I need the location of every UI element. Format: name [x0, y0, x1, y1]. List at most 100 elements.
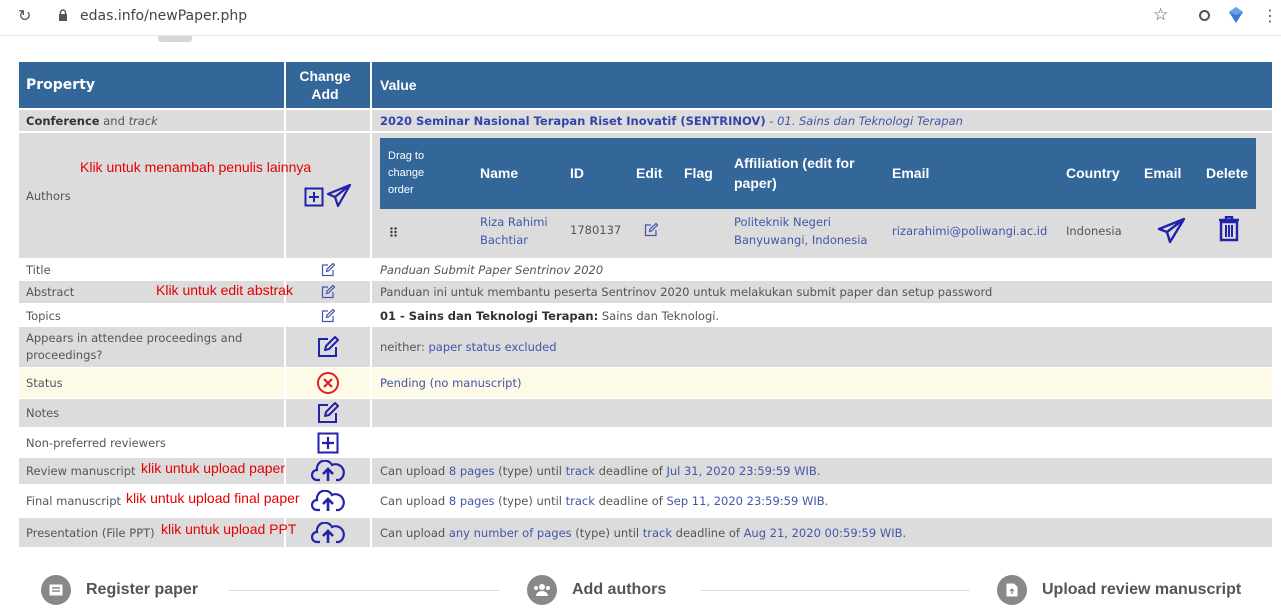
step-add-authors[interactable]: Add authors [527, 575, 666, 605]
authors-subtable-header: Drag to change order Name ID Edit Flag A… [380, 138, 1256, 209]
abstract-change-cell [284, 281, 370, 303]
title-value: Panduan Submit Paper Sentrinov 2020 [370, 259, 1272, 281]
author-email-link[interactable]: rizarahimi@poliwangi.ac.id [892, 224, 1047, 238]
reload-icon[interactable]: ↻ [18, 6, 31, 25]
final-hint: klik untuk upload final paper [126, 490, 300, 506]
edit-topics-icon[interactable] [321, 309, 335, 323]
presentation-value: Can upload any number of pages (type) un… [370, 518, 1272, 547]
table-header: Property Change Add Value [19, 62, 1272, 108]
step-upload-review[interactable]: Upload review manuscript [997, 575, 1241, 605]
conference-label-and: and [99, 113, 129, 128]
address-bar[interactable]: edas.info/newPaper.php [80, 8, 247, 24]
conference-name-link[interactable]: 2020 Seminar Nasional Terapan Riset Inov… [380, 114, 766, 128]
edit-author-icon[interactable] [644, 223, 658, 237]
col-country: Country [1066, 165, 1120, 181]
delete-author-icon[interactable] [1218, 216, 1240, 242]
presentation-text-2: (type) until [571, 525, 643, 540]
presentation-track-link[interactable]: track [643, 526, 672, 540]
bookmark-star-icon[interactable]: ☆ [1153, 5, 1168, 25]
status-value-link[interactable]: Pending (no manuscript) [370, 368, 1272, 398]
presentation-text-3: deadline of [672, 525, 744, 540]
topics-value-rest: Sains dan Teknologi. [598, 309, 720, 323]
nonpref-value [370, 428, 1272, 458]
author-row: Riza Rahimi Bachtiar 1780137 Politeknik … [380, 209, 1256, 253]
conference-label-bold: Conference [26, 113, 100, 128]
topics-value: 01 - Sains dan Teknologi Terapan: Sains … [370, 305, 1272, 327]
step-upload-review-label: Upload review manuscript [1042, 581, 1242, 598]
review-text-3: deadline of [594, 464, 667, 478]
final-value: Can upload 8 pages (type) until track de… [370, 487, 1272, 515]
col-edit: Edit [636, 165, 663, 181]
review-value: Can upload 8 pages (type) until track de… [370, 458, 1272, 484]
upload-final-icon[interactable] [311, 490, 345, 512]
row-authors: Authors Drag to change order Name ID Edi… [19, 133, 1272, 258]
edit-notes-icon[interactable] [317, 402, 339, 424]
add-author-icon[interactable] [304, 187, 324, 207]
authors-label: Authors [26, 188, 71, 203]
final-pages-link[interactable]: 8 pages [449, 494, 495, 508]
topics-change-cell [284, 305, 370, 327]
edit-title-icon[interactable] [321, 263, 335, 277]
browser-toolbar: ↻ edas.info/newPaper.php ☆ ⋮ [0, 0, 1281, 36]
presentation-change-cell [284, 518, 370, 547]
nonpref-label: Non-preferred reviewers [26, 436, 166, 450]
add-reviewer-icon[interactable] [317, 432, 339, 454]
step-register[interactable]: Register paper [41, 575, 198, 605]
authors-change-cell [284, 133, 370, 258]
notes-value [370, 399, 1272, 427]
browser-menu-icon[interactable]: ⋮ [1262, 6, 1278, 25]
col-email-action: Email [1144, 165, 1182, 181]
conference-value: 2020 Seminar Nasional Terapan Riset Inov… [370, 110, 1272, 131]
final-text-2: (type) until [494, 494, 566, 508]
notes-label: Notes [26, 406, 60, 420]
final-text-3: deadline of [594, 494, 667, 508]
edit-abstract-icon[interactable] [321, 285, 335, 299]
appears-change-cell [284, 327, 370, 367]
presentation-hint: klik untuk upload PPT [161, 521, 297, 537]
header-add: Add [311, 86, 339, 102]
final-track-link[interactable]: track [566, 494, 595, 508]
appears-label: Appears in attendee proceedings and proc… [26, 331, 243, 362]
email-author-icon[interactable] [1156, 217, 1186, 245]
review-pages-link[interactable]: 8 pages [449, 464, 495, 478]
status-change-cell [284, 368, 370, 398]
lock-icon [59, 9, 67, 21]
step-connector [228, 590, 500, 591]
extension-circle-icon[interactable] [1199, 10, 1210, 21]
review-deadline-link[interactable]: Jul 31, 2020 23:59:59 WIB [666, 464, 816, 478]
presentation-pages-link[interactable]: any number of pages [449, 526, 572, 540]
header-value: Value [370, 62, 1272, 108]
extension-shield-icon[interactable] [1229, 7, 1243, 23]
authors-subtable: Drag to change order Name ID Edit Flag A… [380, 138, 1256, 253]
presentation-deadline-link[interactable]: Aug 21, 2020 00:59:59 WIB [744, 526, 903, 540]
status-error-icon[interactable] [316, 371, 340, 395]
col-drag: Drag to change order [388, 150, 425, 196]
edit-appears-icon[interactable] [317, 336, 339, 358]
author-affiliation-link[interactable]: Politeknik Negeri Banyuwangi, Indonesia [734, 213, 884, 249]
nonpref-change-cell [284, 428, 370, 458]
conference-label-track: track [128, 113, 158, 128]
add-authors-icon [527, 575, 557, 605]
header-change: Change [299, 68, 351, 84]
drag-handle-icon[interactable] [390, 227, 397, 237]
header-change-add: Change Add [284, 62, 370, 108]
row-nonpref: Non-preferred reviewers [19, 428, 1272, 458]
upload-presentation-icon[interactable] [311, 521, 345, 544]
conference-track-link[interactable]: 01. Sains dan Teknologi Terapan [777, 114, 963, 128]
appears-status-link[interactable]: paper status excluded [429, 340, 557, 354]
author-name-link[interactable]: Riza Rahimi Bachtiar [480, 213, 560, 249]
upload-review-icon[interactable] [311, 460, 345, 482]
abstract-hint: Klik untuk edit abstrak [156, 282, 293, 298]
presentation-text-1: Can upload [380, 525, 449, 540]
col-name: Name [480, 165, 519, 181]
final-deadline-link[interactable]: Sep 11, 2020 23:59:59 WIB [666, 494, 824, 508]
review-track-link[interactable]: track [566, 464, 595, 478]
author-country: Indonesia [1066, 224, 1122, 238]
send-email-icon[interactable] [326, 183, 352, 208]
final-text-4: . [824, 494, 829, 508]
review-change-cell [284, 458, 370, 484]
abstract-value: Panduan ini untuk membantu peserta Sentr… [370, 281, 1272, 303]
conference-separator: - [765, 113, 778, 128]
author-id: 1780137 [570, 223, 622, 237]
review-text-2: (type) until [494, 464, 566, 478]
